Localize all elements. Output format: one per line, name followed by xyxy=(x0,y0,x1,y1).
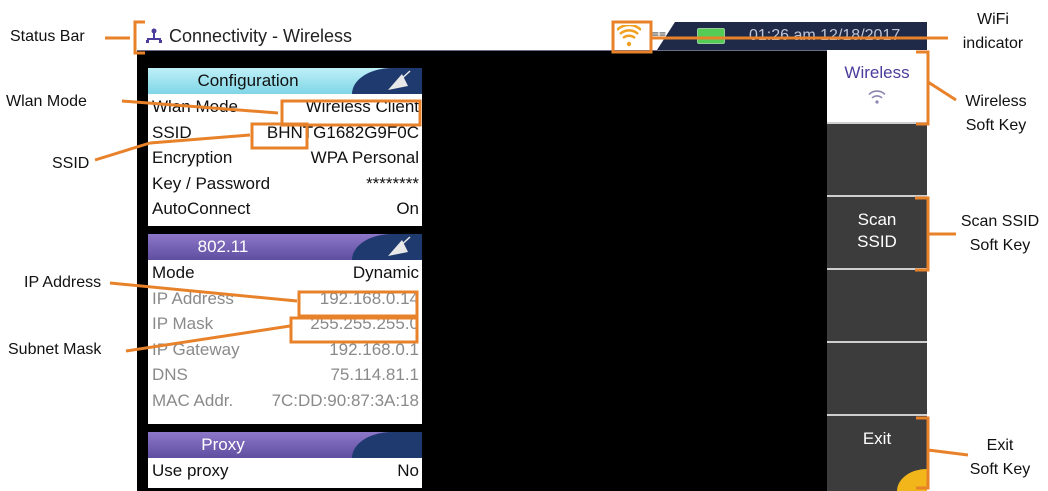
annotation-subnet-mask: Subnet Mask xyxy=(8,341,102,358)
scan-ssid-soft-key[interactable]: Scan SSID xyxy=(827,197,927,270)
wlan-mode-label: Wlan Mode xyxy=(152,97,238,116)
configuration-header-label: Configuration xyxy=(197,71,299,90)
row-key-password[interactable]: Key / Password ******** xyxy=(148,171,422,197)
wireless-soft-key[interactable]: Wireless xyxy=(827,50,927,124)
row-use-proxy[interactable]: Use proxy No xyxy=(148,458,422,484)
device-screen: Connectivity - Wireless ≡≡ 01:26 am 12/1… xyxy=(137,22,927,491)
exit-soft-key[interactable]: Exit xyxy=(827,416,927,491)
proxy-header[interactable]: Proxy xyxy=(148,432,422,458)
annotation-scan-ssid-soft-key: Scan SSID Soft Key xyxy=(960,213,1040,254)
wifi-80211-header-label: 802.11 xyxy=(197,237,249,256)
exit-soft-key-label: Exit xyxy=(862,429,892,448)
annotation-ip-address: IP Address xyxy=(24,274,102,291)
mac-addr-label: MAC Addr. xyxy=(152,390,234,410)
mode-label: Mode xyxy=(152,263,195,282)
configuration-header[interactable]: Configuration xyxy=(148,68,422,94)
row-ip-mask: IP Mask 255.255.255.0 xyxy=(148,311,422,337)
wireless-soft-key-label: Wireless xyxy=(844,63,910,82)
mode-value: Dynamic xyxy=(352,263,419,282)
back-arrow-icon xyxy=(897,469,927,491)
datetime-display: 01:26 am 12/18/2017 xyxy=(749,27,901,44)
proxy-header-label: Proxy xyxy=(201,435,245,454)
row-autoconnect[interactable]: AutoConnect On xyxy=(148,196,422,222)
ip-gateway-value: 192.168.0.1 xyxy=(329,339,419,359)
wlan-mode-value: Wireless Client xyxy=(305,97,419,116)
satellite-dish-icon xyxy=(352,68,422,94)
row-mode[interactable]: Mode Dynamic xyxy=(148,260,422,286)
proxy-panel: Proxy Use proxy No xyxy=(148,432,422,488)
key-password-label: Key / Password xyxy=(152,173,271,193)
use-proxy-label: Use proxy xyxy=(152,461,229,480)
row-ssid[interactable]: SSID BHNTG1682G9F0C xyxy=(148,120,422,146)
annotation-wireless-soft-key: Wireless Soft Key xyxy=(965,93,1027,134)
annotation-exit-soft-key: Exit Soft Key xyxy=(969,437,1031,478)
row-ip-address: IP Address 192.168.0.14 xyxy=(148,286,422,312)
row-mac-addr: MAC Addr. 7C:DD:90:87:3A:18 xyxy=(148,388,422,414)
key-password-value: ******** xyxy=(366,173,419,193)
annotation-wifi-indicator: WiFi indicator xyxy=(962,11,1024,52)
autoconnect-value: On xyxy=(396,199,419,218)
wifi-80211-panel: 802.11 Mode Dynamic IP Address 192.168.0.1… xyxy=(148,234,422,424)
wifi-80211-header[interactable]: 802.11 xyxy=(148,234,422,260)
row-encryption[interactable]: Encryption WPA Personal xyxy=(148,145,422,171)
dns-label: DNS xyxy=(152,365,188,384)
page-title: Connectivity - Wireless xyxy=(169,26,353,46)
soft-key-2-label xyxy=(827,124,927,136)
annotation-ssid: SSID xyxy=(52,155,90,172)
soft-key-4[interactable] xyxy=(827,270,927,343)
configuration-panel: Configuration Wlan Mode Wireless Client S… xyxy=(148,68,422,226)
network-indicator: ≡≡ xyxy=(652,28,667,42)
soft-key-5[interactable] xyxy=(827,343,927,416)
annotation-status-bar: Status Bar xyxy=(10,28,85,45)
softkey-column: Wireless Scan SSID Exit xyxy=(827,50,927,491)
encryption-value: WPA Personal xyxy=(310,148,419,167)
annotation-wlan-mode: Wlan Mode xyxy=(6,93,87,110)
wifi-indicator-icon xyxy=(617,25,641,47)
soft-key-5-label xyxy=(827,343,927,355)
ip-mask-label: IP Mask xyxy=(152,314,214,333)
dns-value: 75.114.81.1 xyxy=(330,365,419,384)
network-icon xyxy=(146,28,162,43)
ip-address-value: 192.168.0.14 xyxy=(319,288,419,308)
ssid-value: BHNTG1682G9F0C xyxy=(266,122,419,142)
ssid-label: SSID xyxy=(152,122,192,142)
ip-gateway-label: IP Gateway xyxy=(152,339,240,359)
scan-ssid-soft-key-label: Scan SSID xyxy=(857,210,897,251)
soft-key-4-label xyxy=(827,270,927,282)
row-ip-gateway: IP Gateway 192.168.0.1 xyxy=(148,337,422,363)
satellite-dish-icon xyxy=(352,234,422,260)
battery-icon xyxy=(697,28,725,44)
mac-addr-value: 7C:DD:90:87:3A:18 xyxy=(271,390,419,410)
ip-address-label: IP Address xyxy=(152,288,234,308)
status-bar: Connectivity - Wireless ≡≡ 01:26 am 12/1… xyxy=(137,22,927,51)
proxy-header-decor xyxy=(352,432,422,458)
autoconnect-label: AutoConnect xyxy=(152,199,251,218)
row-wlan-mode[interactable]: Wlan Mode Wireless Client xyxy=(148,94,422,120)
soft-key-2[interactable] xyxy=(827,124,927,197)
encryption-label: Encryption xyxy=(152,148,233,167)
row-dns: DNS 75.114.81.1 xyxy=(148,362,422,388)
wifi-icon xyxy=(868,90,886,104)
ip-mask-value: 255.255.255.0 xyxy=(310,314,419,333)
use-proxy-value: No xyxy=(397,461,419,480)
